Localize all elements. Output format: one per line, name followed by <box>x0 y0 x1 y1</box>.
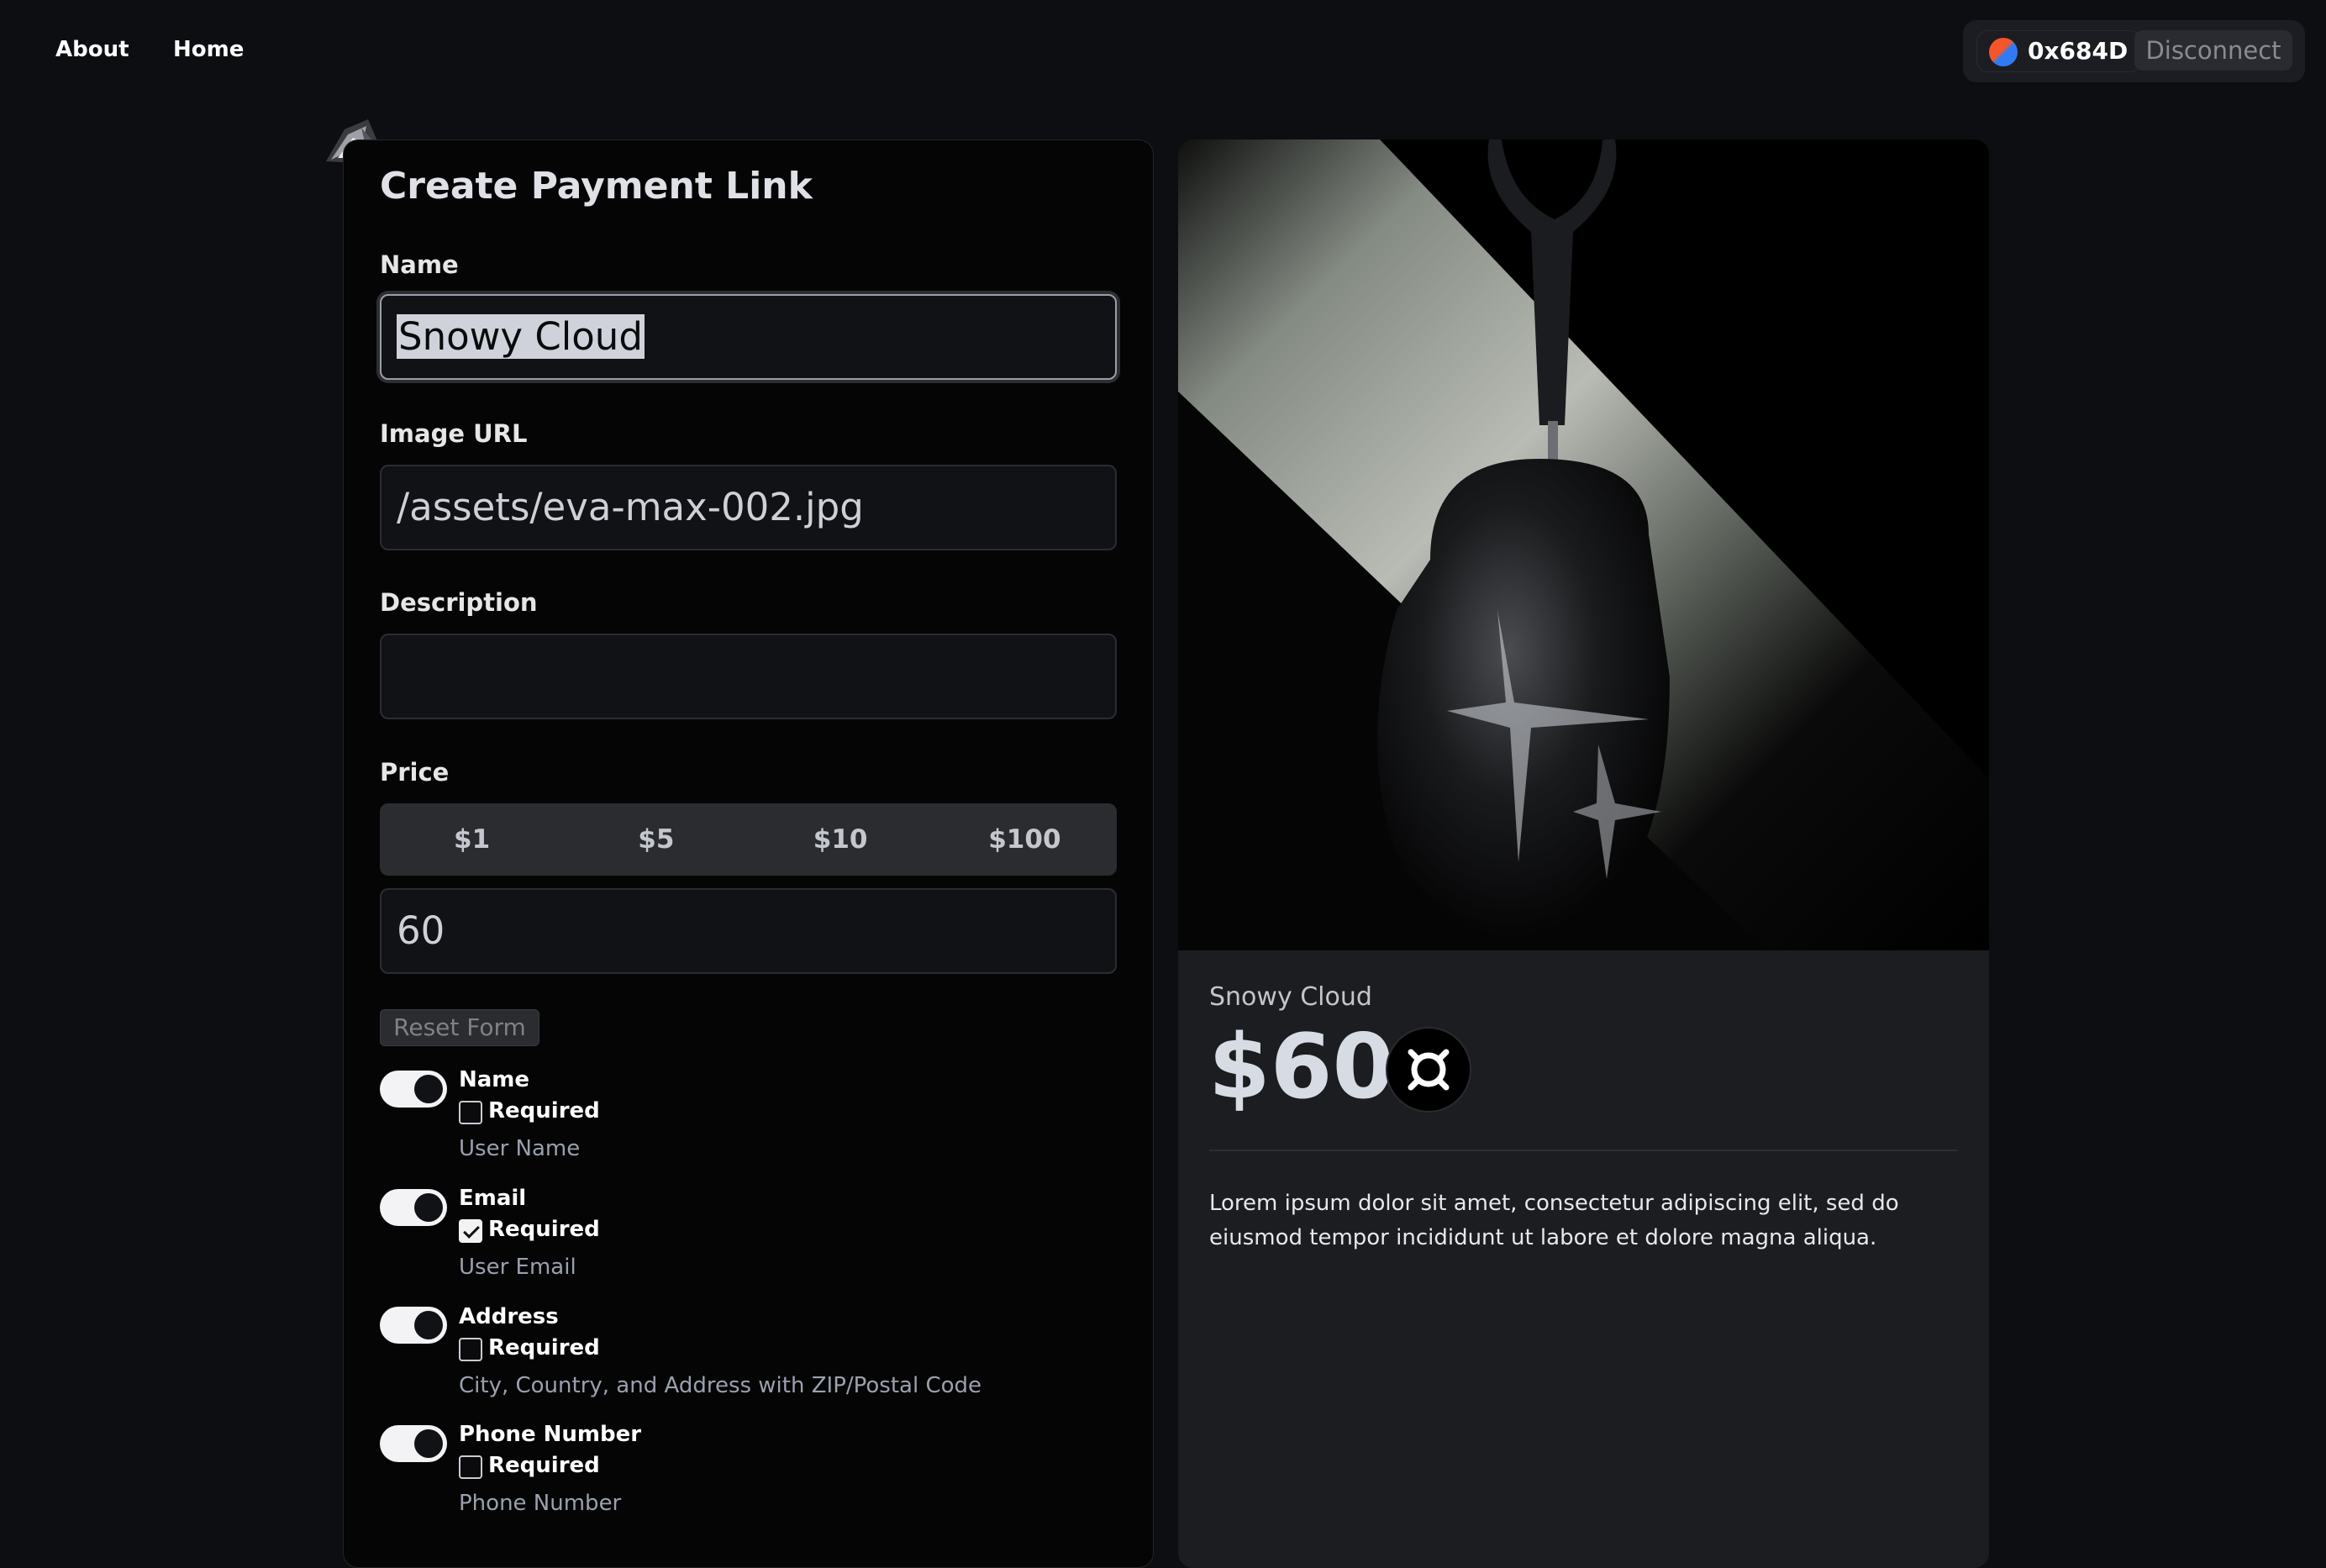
email-hint: User Email <box>459 1255 576 1280</box>
option-name-label: Name <box>459 1067 530 1092</box>
email-required-checkbox[interactable] <box>459 1219 482 1243</box>
description-input[interactable] <box>380 634 1117 719</box>
name-label: Name <box>380 250 459 279</box>
name-required-label: Required <box>488 1098 600 1123</box>
page-title: Create Payment Link <box>380 165 813 208</box>
option-phone-label: Phone Number <box>459 1422 642 1447</box>
image-url-label: Image URL <box>380 419 528 448</box>
address-hint: City, Country, and Address with ZIP/Post… <box>459 1373 982 1398</box>
name-input[interactable]: Snowy Cloud <box>380 294 1117 380</box>
email-required-label: Required <box>488 1217 600 1242</box>
price-preset-10[interactable]: $10 <box>749 803 933 876</box>
image-url-input[interactable]: /assets/eva-max-002.jpg <box>380 465 1117 550</box>
option-email-label: Email <box>459 1186 527 1211</box>
price-input[interactable]: 60 <box>380 888 1117 974</box>
name-input-value: Snowy Cloud <box>397 314 645 359</box>
disconnect-button[interactable]: Disconnect <box>2134 30 2292 71</box>
preview-description: Lorem ipsum dolor sit amet, consectetur … <box>1209 1191 1899 1250</box>
email-field-toggle[interactable] <box>380 1189 447 1226</box>
phone-hint: Phone Number <box>459 1491 622 1516</box>
preview-divider <box>1209 1150 1958 1151</box>
nav-about-link[interactable]: About <box>55 37 129 62</box>
toggle-knob <box>414 1075 443 1103</box>
address-required-checkbox[interactable] <box>459 1338 482 1361</box>
preview-price: $60 <box>1208 1015 1395 1118</box>
toggle-knob <box>414 1429 443 1458</box>
preview-card <box>1178 139 1989 1568</box>
product-image <box>1178 139 1989 950</box>
name-hint: User Name <box>459 1136 581 1161</box>
option-address-label: Address <box>459 1304 559 1329</box>
token-coin-icon <box>1387 1029 1470 1111</box>
price-label: Price <box>380 758 450 787</box>
preview-product-name: Snowy Cloud <box>1209 982 1372 1012</box>
toggle-knob <box>414 1193 443 1222</box>
price-presets: $1 $5 $10 $100 <box>380 803 1117 876</box>
phone-required-checkbox[interactable] <box>459 1455 482 1479</box>
wallet-widget: 0x684D Disconnect <box>1963 20 2305 82</box>
price-preset-1[interactable]: $1 <box>380 803 564 876</box>
nav-home-link[interactable]: Home <box>173 37 244 62</box>
address-required-label: Required <box>488 1335 600 1360</box>
price-preset-100[interactable]: $100 <box>933 803 1117 876</box>
top-nav: About Home 0x684D Disconnect <box>0 0 2326 101</box>
description-label: Description <box>380 588 538 617</box>
reset-form-button[interactable]: Reset Form <box>380 1009 539 1046</box>
name-field-toggle[interactable] <box>380 1071 447 1108</box>
wallet-avatar-icon <box>1989 38 2018 66</box>
address-field-toggle[interactable] <box>380 1307 447 1344</box>
wallet-address: 0x684D <box>2028 37 2129 65</box>
toggle-knob <box>414 1311 443 1339</box>
price-preset-5[interactable]: $5 <box>564 803 748 876</box>
name-required-checkbox[interactable] <box>459 1101 482 1124</box>
phone-field-toggle[interactable] <box>380 1425 447 1462</box>
wallet-address-button[interactable]: 0x684D <box>1976 30 2143 72</box>
phone-required-label: Required <box>488 1453 600 1478</box>
